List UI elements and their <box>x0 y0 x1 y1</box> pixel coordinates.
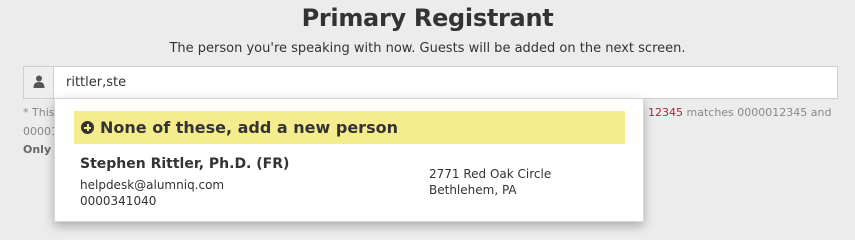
plus-circle-icon <box>81 121 94 134</box>
search-results-dropdown: None of these, add a new person Stephen … <box>54 98 644 222</box>
registrant-search-input[interactable] <box>54 67 837 98</box>
result-email: helpdesk@alumniq.com <box>80 178 225 192</box>
search-result-item[interactable]: Stephen Rittler, Ph.D. (FR) helpdesk@alu… <box>74 156 625 214</box>
result-name: Stephen Rittler, Ph.D. (FR) <box>80 156 290 172</box>
help-line-1-right: 12345 matches 0000012345 and <box>648 103 831 122</box>
user-icon <box>33 73 45 92</box>
help-line-2: 00001 <box>23 125 58 138</box>
page-title: Primary Registrant <box>301 4 554 32</box>
help-example-text: matches 0000012345 and <box>683 106 832 119</box>
search-addon <box>24 67 54 98</box>
result-id: 0000341040 <box>80 194 157 208</box>
result-address-line-2: Bethlehem, PA <box>429 183 517 197</box>
add-new-person-label: None of these, add a new person <box>100 118 398 137</box>
add-new-person-option[interactable]: None of these, add a new person <box>74 111 625 144</box>
help-example-number: 12345 <box>648 106 683 119</box>
page-subtitle: The person you're speaking with now. Gue… <box>169 41 686 56</box>
result-address-line-1: 2771 Red Oak Circle <box>429 167 552 181</box>
registrant-search-group <box>23 66 838 99</box>
help-line-1: * This <box>23 106 55 119</box>
